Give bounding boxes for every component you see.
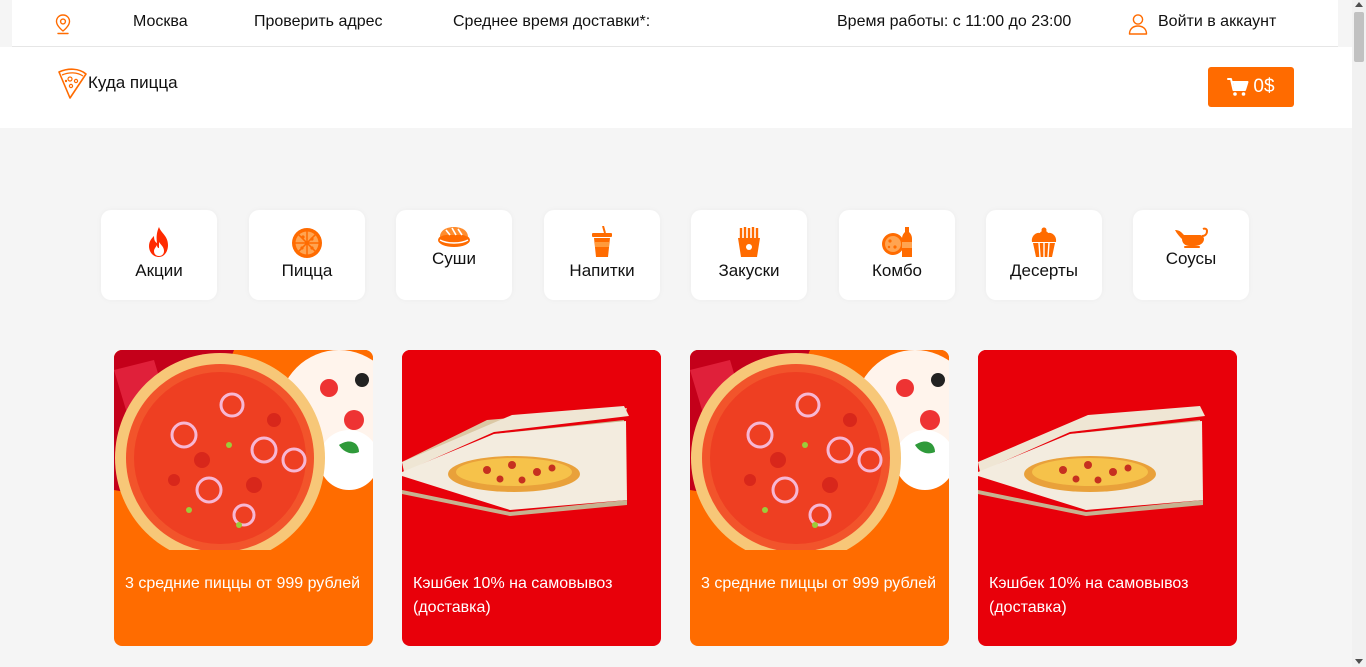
scroll-up-arrow-icon[interactable] (1355, 2, 1363, 7)
pizza-box-image (978, 350, 1237, 550)
category-label: Пицца (281, 261, 333, 280)
delivery-time-text: Среднее время доставки*: (453, 13, 651, 30)
cart-amount: 0$ (1253, 76, 1275, 97)
pizza-slice-logo-icon (56, 66, 88, 100)
cart-icon (1227, 77, 1249, 97)
pizza-icon (291, 227, 323, 259)
drink-icon (590, 226, 614, 258)
login-link[interactable]: Войти в аккаунт (1158, 13, 1276, 31)
scrollbar-thumb[interactable] (1354, 12, 1364, 62)
vertical-scrollbar[interactable] (1352, 0, 1366, 667)
fries-icon (736, 226, 762, 258)
cart-button[interactable]: 0$ (1208, 67, 1294, 107)
top-bar: Москва Проверить адрес Среднее время дос… (12, 0, 1338, 47)
category-label: Десерты (1009, 261, 1078, 280)
promo-card-cashback[interactable]: Кэшбек 10% на самовывоз (доставка) (402, 350, 661, 646)
category-drinks[interactable]: Напитки (544, 210, 660, 300)
sushi-icon (437, 226, 471, 248)
promo-caption: Кэшбек 10% на самовывоз (доставка) (989, 575, 1189, 616)
sauce-icon (1174, 226, 1208, 248)
promo-card-pizza-deal[interactable]: 3 средние пиццы от 999 рублей (114, 350, 373, 646)
category-pizza[interactable]: Пицца (249, 210, 365, 300)
header (0, 47, 1352, 128)
category-combo[interactable]: Комбо (839, 210, 955, 300)
check-address-link[interactable]: Проверить адрес (254, 13, 383, 31)
category-label: Соусы (1165, 249, 1217, 268)
category-promotions[interactable]: Акции (101, 210, 217, 300)
location-pin-icon[interactable] (55, 14, 71, 35)
category-label: Закуски (718, 261, 780, 280)
promo-card-pizza-deal[interactable]: 3 средние пиццы от 999 рублей (690, 350, 949, 646)
pizza-promo-image (690, 350, 949, 550)
promo-card-cashback[interactable]: Кэшбек 10% на самовывоз (доставка) (978, 350, 1237, 646)
category-label: Суши (432, 249, 476, 268)
category-label: Напитки (569, 261, 635, 280)
category-snacks[interactable]: Закуски (691, 210, 807, 300)
logo-text: Куда пицца (88, 73, 178, 92)
cupcake-icon (1030, 226, 1058, 258)
logo[interactable]: Куда пицца (56, 66, 178, 100)
promo-caption: 3 средние пиццы от 999 рублей (125, 575, 361, 592)
city-selector[interactable]: Москва (133, 13, 188, 31)
category-label: Комбо (871, 261, 923, 280)
category-label: Акции (135, 261, 183, 280)
combo-icon (881, 226, 913, 258)
working-hours-text: Время работы: с 11:00 до 23:00 (837, 13, 1072, 30)
promo-caption: 3 средние пиццы от 999 рублей (701, 575, 937, 592)
user-icon[interactable] (1128, 13, 1148, 35)
category-sauces[interactable]: Соусы (1133, 210, 1249, 300)
pizza-box-image (402, 350, 661, 550)
category-sushi[interactable]: Суши (396, 210, 512, 300)
category-desserts[interactable]: Десерты (986, 210, 1102, 300)
pizza-promo-image (114, 350, 373, 550)
fire-icon (146, 226, 172, 258)
promo-caption: Кэшбек 10% на самовывоз (доставка) (413, 575, 613, 616)
scroll-down-arrow-icon[interactable] (1355, 659, 1363, 664)
